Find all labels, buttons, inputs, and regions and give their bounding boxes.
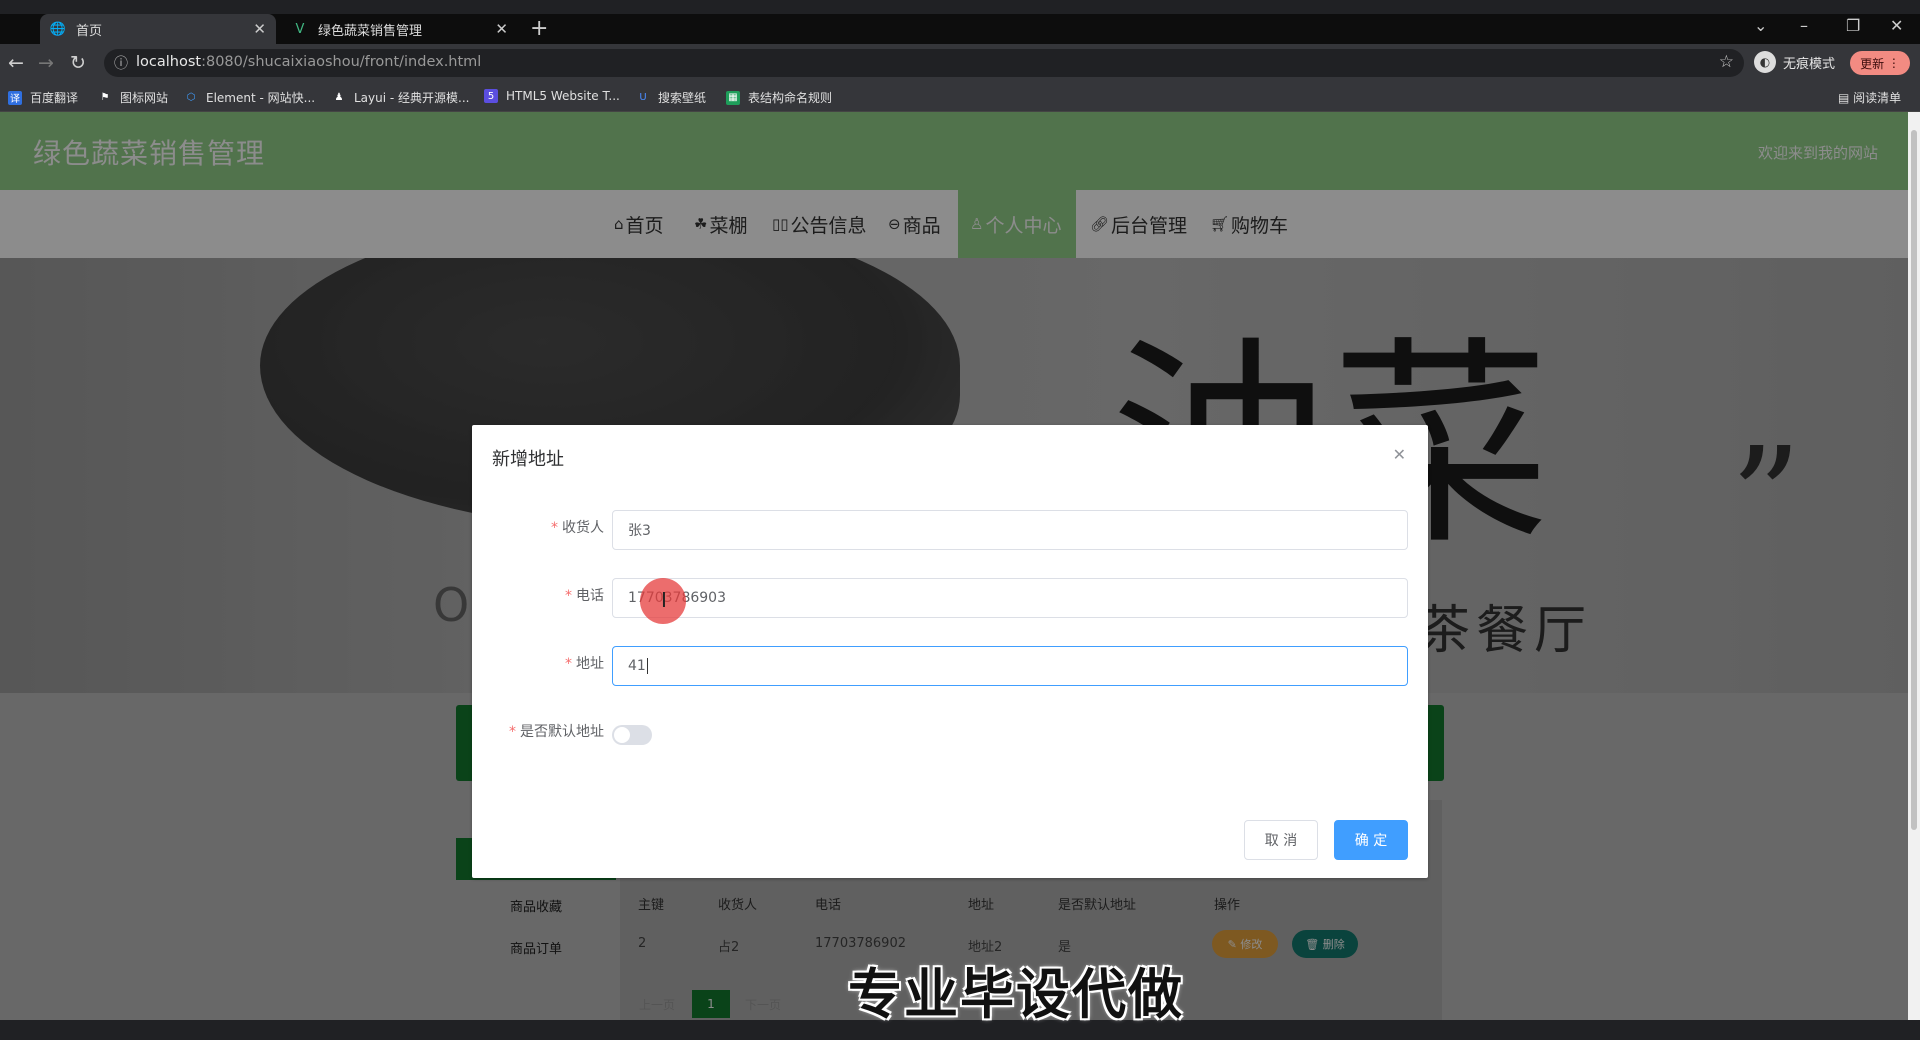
switch-knob <box>614 727 630 743</box>
scrollbar-thumb[interactable] <box>1911 130 1917 830</box>
receiver-label: * 收货人 <box>551 520 604 536</box>
layui-icon: ♟ <box>334 92 344 103</box>
update-button[interactable]: 更新 ⋮ <box>1850 51 1910 75</box>
bookmarks-bar: 译百度翻译 ⚑ 图标网站 ⬡ Element - 网站快... ♟ Layui - 经… <box>0 82 1920 112</box>
flag-icon: ⚑ <box>100 92 110 103</box>
close-icon[interactable]: ✕ <box>495 20 508 38</box>
restore-icon[interactable]: ❐ <box>1846 16 1860 35</box>
back-icon[interactable]: ← <box>8 52 24 74</box>
add-address-dialog: 新增地址 ✕ *收货人 张3 *电话 17703786903 *地址 41 *是… <box>472 425 1428 878</box>
video-watermark: 专业毕设代做 <box>848 963 1184 1026</box>
element-icon: ⬡ <box>186 92 196 103</box>
address-bar[interactable]: ⓘ localhost:8080/shucaixiaoshou/front/in… <box>104 49 1744 77</box>
tab-home[interactable]: 🌐 首页 ✕ <box>40 14 276 44</box>
bookmark-item[interactable]: ♟ Layui - 经典开源模... <box>332 89 470 106</box>
new-tab-icon[interactable]: + <box>530 16 548 41</box>
receiver-input[interactable]: 张3 <box>612 510 1408 550</box>
cancel-button[interactable]: 取 消 <box>1244 820 1318 860</box>
tab-label: 绿色蔬菜销售管理 <box>318 23 423 39</box>
wallpaper-icon: U <box>639 92 647 103</box>
bookmark-item[interactable]: 译百度翻译 <box>8 89 78 106</box>
close-icon[interactable]: ✕ <box>1393 445 1406 464</box>
reading-list[interactable]: ▤ 阅读清单 <box>1838 89 1901 106</box>
translate-icon: 译 <box>8 90 22 105</box>
bookmark-item[interactable]: ⬡ Element - 网站快... <box>184 89 315 106</box>
text-cursor-icon: I <box>661 588 667 612</box>
reload-icon[interactable]: ↻ <box>70 52 86 74</box>
confirm-button[interactable]: 确 定 <box>1334 820 1408 860</box>
tab-label: 首页 <box>76 23 103 39</box>
globe-icon: 🌐 <box>49 21 67 37</box>
bookmark-item[interactable]: 5 HTML5 Website T... <box>484 89 620 103</box>
phone-input[interactable]: 17703786903 <box>612 578 1408 618</box>
minimize-icon[interactable]: – <box>1800 16 1808 35</box>
bookmark-item[interactable]: ⚑ 图标网站 <box>98 89 169 106</box>
browser-toolbar: ← → ↻ ⓘ localhost:8080/shucaixiaoshou/fr… <box>0 44 1920 82</box>
bookmark-star-icon[interactable]: ☆ <box>1719 52 1734 72</box>
table-icon: ▦ <box>726 90 740 105</box>
incognito-indicator[interactable]: ◐ 无痕模式 <box>1754 51 1835 73</box>
vue-icon: V <box>295 21 305 37</box>
browser-window: 🌐 首页 ✕ V 绿色蔬菜销售管理 ✕ + ⌄ – ❐ ✕ ← → ↻ ⓘ lo… <box>0 0 1920 1040</box>
bookmark-item[interactable]: U 搜索壁纸 <box>636 89 706 106</box>
tab-app[interactable]: V 绿色蔬菜销售管理 ✕ <box>282 14 518 44</box>
window-close-icon[interactable]: ✕ <box>1890 16 1903 35</box>
address-input[interactable]: 41 <box>612 646 1408 686</box>
close-icon[interactable]: ✕ <box>253 20 266 38</box>
default-address-label: * 是否默认地址 <box>509 724 604 740</box>
html5-icon: 5 <box>484 89 498 103</box>
page-scrollbar[interactable] <box>1908 112 1920 1020</box>
url-text: localhost:8080/shucaixiaoshou/front/inde… <box>136 54 482 70</box>
tab-strip: 🌐 首页 ✕ V 绿色蔬菜销售管理 ✕ + ⌄ – ❐ ✕ <box>0 14 1920 44</box>
dialog-title: 新增地址 <box>492 449 564 470</box>
forward-icon[interactable]: → <box>38 52 54 74</box>
address-label: * 地址 <box>565 656 604 672</box>
text-caret <box>646 658 648 674</box>
phone-label: * 电话 <box>565 588 604 604</box>
default-address-switch[interactable] <box>612 725 652 745</box>
bookmark-item[interactable]: ▦ 表结构命名规则 <box>726 89 832 106</box>
info-icon[interactable]: ⓘ <box>114 53 128 73</box>
tab-search-icon[interactable]: ⌄ <box>1754 16 1767 35</box>
incognito-icon: ◐ <box>1754 51 1776 73</box>
